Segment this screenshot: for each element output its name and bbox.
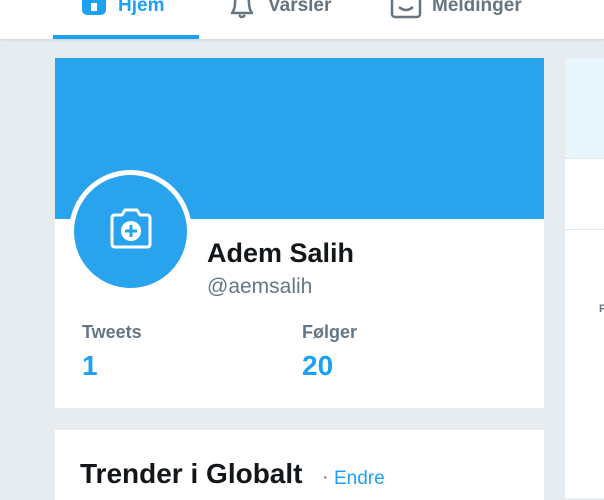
envelope-icon	[390, 0, 422, 21]
right-column-header	[565, 58, 604, 158]
trends-title: Trender i Globalt	[80, 458, 303, 489]
active-tab-indicator	[53, 35, 199, 39]
right-column-partial-text: F	[599, 303, 604, 315]
right-column: F	[565, 58, 604, 498]
avatar-placeholder	[74, 175, 187, 288]
nav-messages-label: Meldinger	[432, 0, 522, 16]
avatar[interactable]	[69, 170, 192, 293]
profile-name[interactable]: Adem Salih	[207, 238, 354, 269]
nav-messages[interactable]: Meldinger	[390, 0, 522, 26]
home-icon	[80, 0, 108, 21]
top-navigation: Hjem Varsler Meldinger	[0, 0, 604, 40]
nav-notifications[interactable]: Varsler	[226, 0, 331, 26]
divider	[565, 229, 604, 230]
tweets-stat-label[interactable]: Tweets	[82, 322, 142, 343]
nav-notifications-label: Varsler	[268, 0, 332, 16]
profile-card: Adem Salih @aemsalih Tweets 1 Følger 20	[55, 58, 544, 408]
nav-home-label: Hjem	[118, 0, 165, 16]
following-stat-value[interactable]: 20	[302, 350, 333, 382]
trends-change-link[interactable]: Endre	[334, 468, 385, 490]
tweets-stat-value[interactable]: 1	[82, 350, 98, 382]
bell-icon	[226, 0, 258, 21]
profile-handle[interactable]: @aemsalih	[207, 275, 312, 299]
camera-add-icon	[108, 208, 154, 255]
following-stat-label[interactable]: Følger	[302, 322, 357, 343]
trends-card: Trender i Globalt · Endre	[55, 430, 544, 500]
nav-home[interactable]: Hjem	[80, 0, 164, 26]
divider	[565, 158, 604, 159]
